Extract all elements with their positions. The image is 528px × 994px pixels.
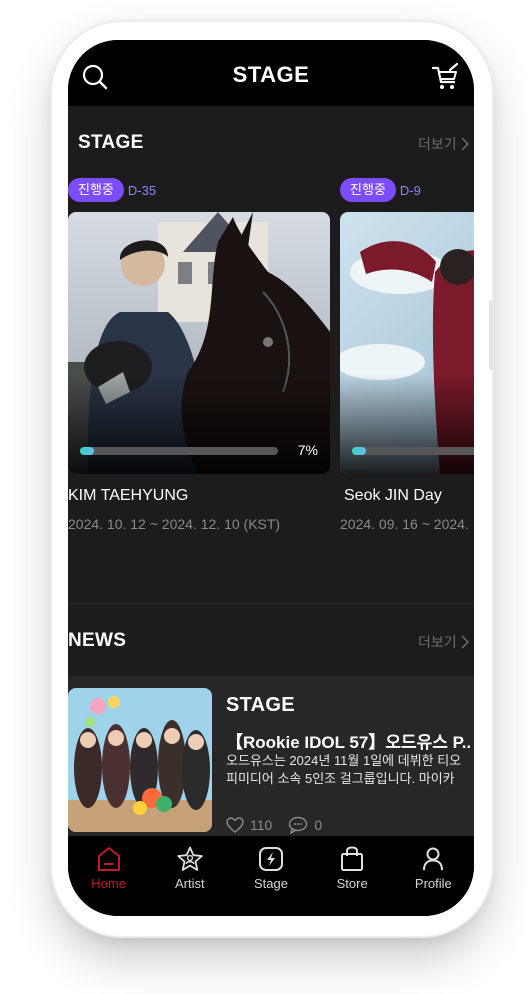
section-divider	[68, 603, 474, 604]
news-body: 오드유스는 2024년 11월 1일에 데뷔한 티오피미디어 소속 5인조 걸그…	[226, 753, 462, 786]
artist-photo	[68, 212, 330, 474]
home-icon	[97, 847, 120, 871]
nav-label: Stage	[253, 876, 288, 891]
main-content[interactable]: STAGE 더보기 진행중 D-35 7% KIM TAEHYUNG 2024.…	[68, 106, 474, 836]
news-thumbnail	[68, 688, 212, 832]
artist-photo	[340, 212, 474, 474]
stage-card-date: 2024. 09. 16 ~ 2024.	[340, 516, 469, 532]
more-label: 더보기	[418, 136, 457, 152]
progress-bar	[80, 447, 278, 455]
status-badge: 진행중	[68, 178, 124, 202]
phone-screen: STAGE STAGE 더보기 진행중 D-35 7% KIM TAEHYUNG…	[68, 40, 474, 916]
star-icon	[177, 846, 203, 871]
progress-percent: 7%	[297, 442, 318, 458]
news-headline[interactable]: 【Rookie IDOL 57】오드유스 P...	[226, 728, 470, 753]
progress-bar	[352, 447, 474, 455]
news-stats: 110 0	[226, 816, 322, 834]
bottom-nav: Home Artist Stage Store Profile	[68, 836, 474, 916]
stage-card-name: Seok JIN Day	[344, 487, 442, 504]
news-card[interactable]: STAGE 【Rookie IDOL 57】오드유스 P... 오드유스는 20…	[68, 676, 474, 836]
chevron-right-icon	[461, 635, 469, 649]
nav-stage[interactable]: Stage	[236, 846, 306, 916]
badge-row: 진행중 D-35	[68, 178, 156, 202]
comment-icon[interactable]	[288, 816, 308, 834]
nav-store[interactable]: Store	[317, 846, 387, 916]
app-title: STAGE	[232, 62, 310, 87]
stage-card-image[interactable]: 7%	[68, 212, 330, 474]
nav-profile[interactable]: Profile	[398, 846, 468, 916]
nav-label: Store	[336, 876, 368, 891]
more-label: 더보기	[418, 634, 457, 650]
stage-card-name: KIM TAEHYUNG	[68, 487, 189, 504]
side-button	[489, 300, 493, 370]
news-section-title: NEWS	[68, 630, 127, 651]
shopping-bag-icon	[341, 846, 364, 871]
nav-home[interactable]: Home	[74, 846, 144, 916]
comment-count: 0	[314, 817, 323, 833]
dday-label: D-35	[127, 182, 157, 198]
nav-label: Home	[91, 876, 126, 891]
stage-card-date: 2024. 10. 12 ~ 2024. 12. 10 (KST)	[68, 516, 281, 532]
news-brand: STAGE	[226, 694, 295, 716]
status-badge: 진행중	[340, 178, 396, 202]
news-photo	[68, 688, 212, 832]
dday-label: D-9	[399, 182, 421, 198]
like-count: 110	[250, 817, 273, 833]
badge-row: 진행중 D-9	[340, 178, 421, 202]
stage-section-title: STAGE	[78, 132, 144, 153]
cart-icon[interactable]	[430, 62, 460, 90]
profile-icon	[423, 847, 444, 871]
progress-fill	[80, 447, 94, 455]
nav-artist[interactable]: Artist	[155, 846, 225, 916]
chevron-right-icon	[461, 137, 469, 151]
stage-more-link[interactable]: 더보기	[418, 134, 469, 154]
heart-icon[interactable]	[226, 817, 244, 833]
news-more-link[interactable]: 더보기	[418, 632, 469, 652]
top-bar: STAGE	[68, 40, 474, 106]
nav-label: Artist	[174, 876, 205, 891]
nav-label: Profile	[414, 876, 452, 891]
stage-icon	[258, 847, 283, 871]
stage-card-image[interactable]	[340, 212, 474, 474]
progress-fill	[352, 447, 366, 455]
